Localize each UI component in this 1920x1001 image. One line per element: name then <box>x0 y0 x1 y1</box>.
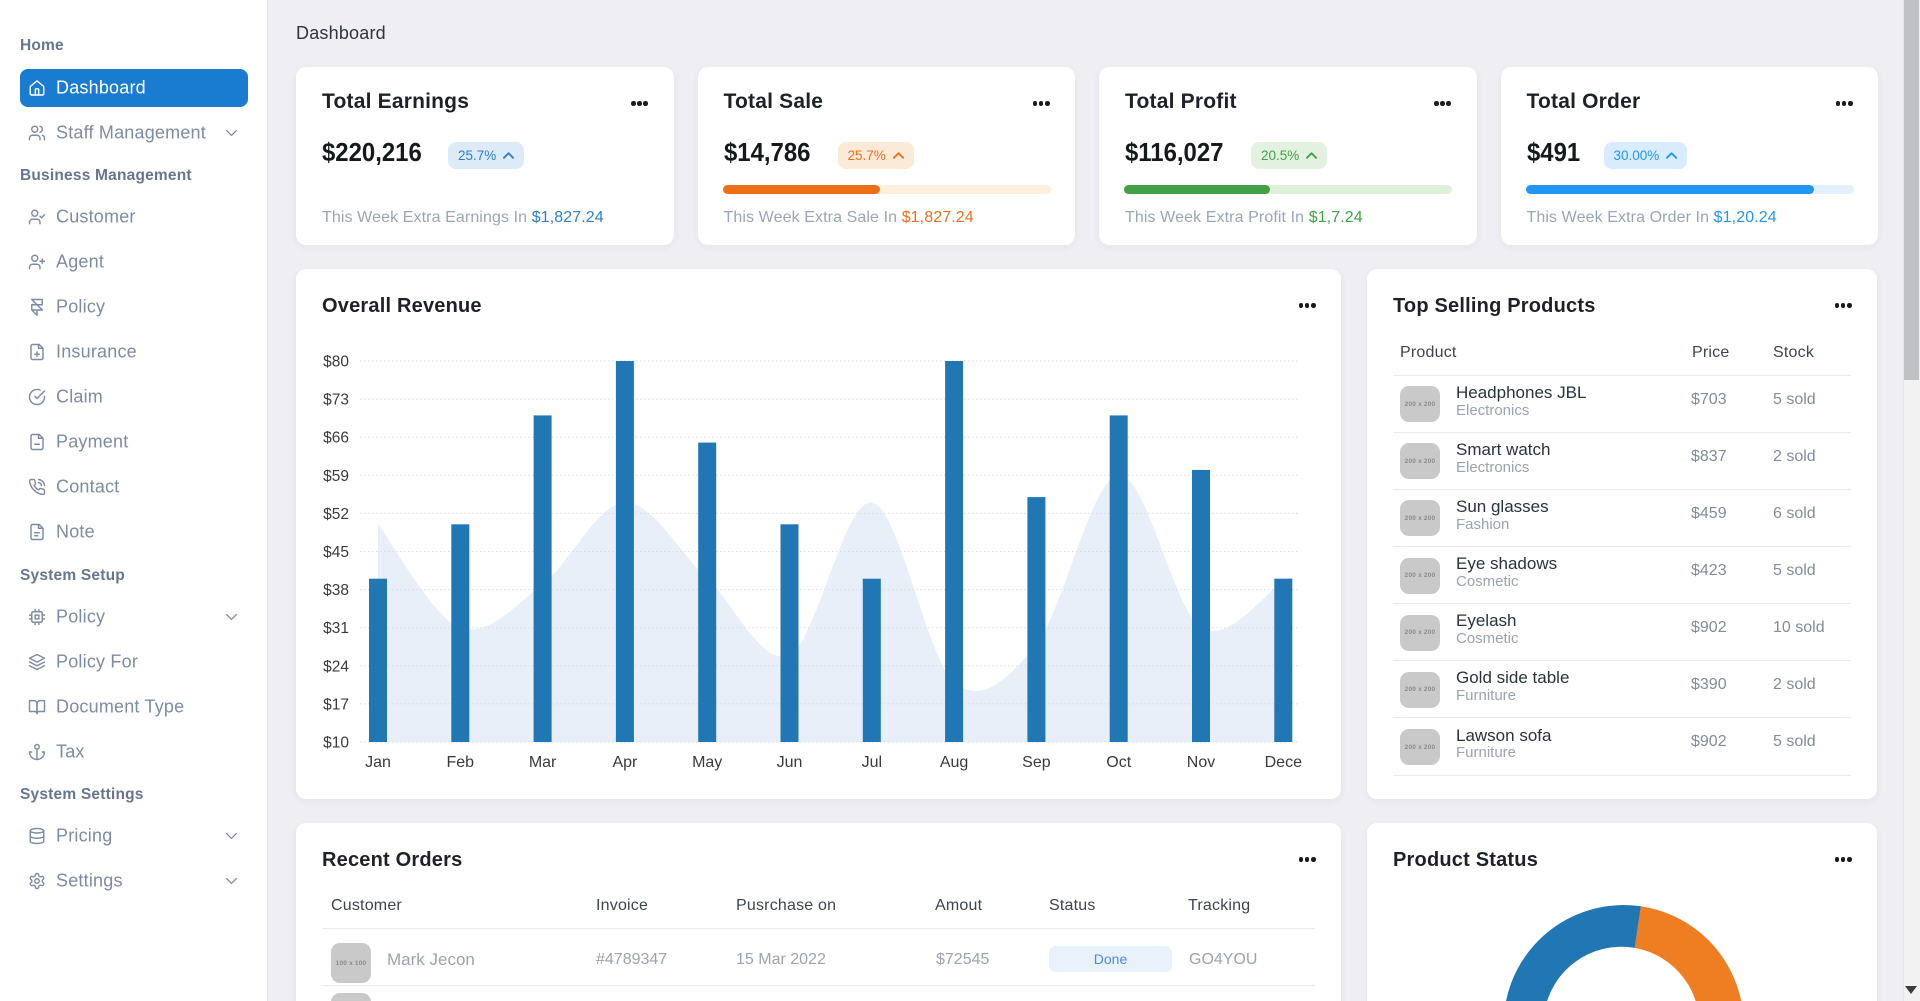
svg-text:Mar: Mar <box>529 754 557 771</box>
svg-text:Oct: Oct <box>1106 754 1131 771</box>
svg-text:Feb: Feb <box>447 754 475 771</box>
svg-text:$38: $38 <box>323 582 349 599</box>
svg-text:Apr: Apr <box>612 754 638 771</box>
svg-text:$10: $10 <box>323 735 349 752</box>
svg-text:Jan: Jan <box>365 754 391 771</box>
svg-text:$59: $59 <box>323 468 349 485</box>
svg-text:Jul: Jul <box>862 754 882 771</box>
svg-text:Dece: Dece <box>1265 754 1302 771</box>
svg-text:$17: $17 <box>323 696 349 713</box>
svg-text:$24: $24 <box>323 658 349 675</box>
svg-text:Nov: Nov <box>1187 754 1215 771</box>
svg-text:$52: $52 <box>323 506 349 523</box>
svg-text:$31: $31 <box>323 620 349 637</box>
svg-text:May: May <box>692 754 722 771</box>
svg-text:Jun: Jun <box>777 754 803 771</box>
svg-text:$73: $73 <box>323 392 349 409</box>
svg-text:$80: $80 <box>323 354 349 371</box>
svg-text:$45: $45 <box>323 544 349 561</box>
svg-text:Aug: Aug <box>940 754 968 771</box>
svg-text:$66: $66 <box>323 430 349 447</box>
svg-text:Sep: Sep <box>1022 754 1051 771</box>
